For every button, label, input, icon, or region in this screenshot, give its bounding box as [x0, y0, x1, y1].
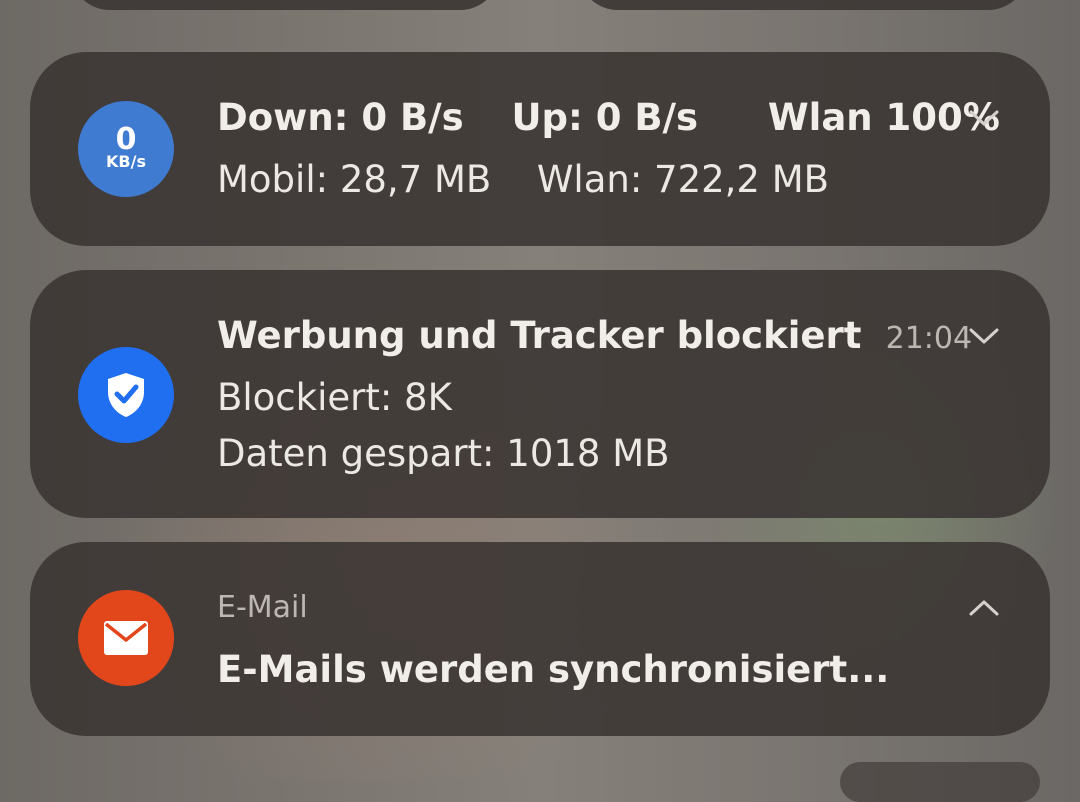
chevron-down-icon[interactable] [966, 318, 1002, 354]
speed-icon-unit: KB/s [106, 152, 146, 171]
ad-blocker-notification[interactable]: Werbung und Tracker blockiert 21:04 Bloc… [30, 270, 1050, 518]
email-sync-notification[interactable]: E-Mail E-Mails werden synchronisiert... [30, 542, 1050, 736]
usage-line: Mobil: 28,7 MB Wlan: 722,2 MB [217, 158, 829, 202]
blocker-title: Werbung und Tracker blockiert [217, 314, 862, 357]
mobile-data-usage: Mobil: 28,7 MB [217, 158, 492, 201]
speed-line: Down: 0 B/s Up: 0 B/s Wlan 100% [217, 96, 1000, 140]
download-speed: Down: 0 B/s [217, 96, 464, 139]
speed-icon-value: 0 [115, 122, 137, 157]
wifi-data-usage: Wlan: 722,2 MB [536, 158, 830, 201]
shield-check-icon [78, 347, 174, 443]
network-speed-notification[interactable]: 0 KB/s Down: 0 B/s Up: 0 B/s Wlan 100% M… [30, 52, 1050, 246]
blocked-count: Blockiert: 8K [217, 376, 452, 419]
notification-card-above-left[interactable] [70, 0, 500, 10]
notification-card-below[interactable] [840, 762, 1040, 802]
chevron-down-icon[interactable] [966, 100, 1002, 136]
blocker-title-line: Werbung und Tracker blockiert 21:04 [217, 314, 972, 365]
email-app-name: E-Mail [217, 590, 308, 625]
data-saved: Daten gespart: 1018 MB [217, 432, 670, 475]
mail-icon [78, 590, 174, 686]
upload-speed: Up: 0 B/s [511, 96, 699, 139]
chevron-up-icon[interactable] [966, 590, 1002, 626]
notification-time: 21:04 [885, 321, 973, 356]
notification-card-above-right[interactable] [578, 0, 1028, 10]
speed-meter-icon: 0 KB/s [78, 101, 174, 197]
email-sync-message: E-Mails werden synchronisiert... [217, 648, 890, 691]
